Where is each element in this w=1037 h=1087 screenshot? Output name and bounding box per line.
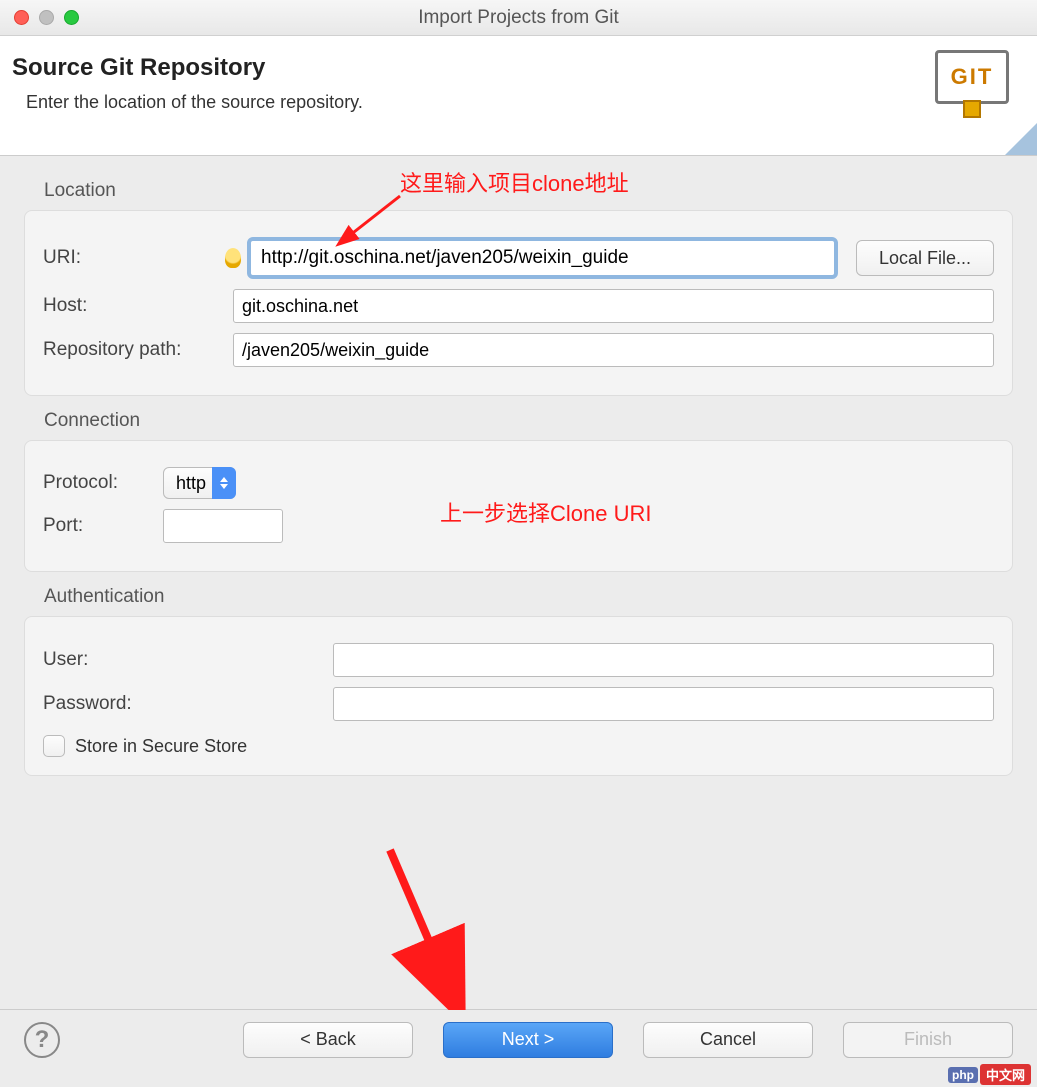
store-label: Store in Secure Store: [75, 736, 247, 757]
git-logo-icon: GIT: [927, 50, 1017, 140]
next-button[interactable]: Next >: [443, 1022, 613, 1058]
user-input[interactable]: [333, 643, 994, 677]
repo-row: Repository path:: [43, 333, 994, 367]
help-icon[interactable]: ?: [24, 1022, 60, 1058]
uri-input-wrapper[interactable]: [247, 237, 838, 279]
protocol-label: Protocol:: [43, 472, 153, 494]
password-input[interactable]: [333, 687, 994, 721]
connection-group: Protocol: http Port:: [24, 440, 1013, 572]
local-file-button[interactable]: Local File...: [856, 240, 994, 276]
location-group: URI: Local File... Host: Repository path…: [24, 210, 1013, 396]
wizard-content: Location URI: Local File... Host: Reposi…: [0, 156, 1037, 796]
protocol-row: Protocol: http: [43, 467, 994, 499]
protocol-select-wrap[interactable]: http: [163, 467, 236, 499]
auth-group-label: Authentication: [44, 586, 1013, 608]
wizard-header: Source Git Repository Enter the location…: [0, 36, 1037, 156]
watermark-php: php: [948, 1067, 978, 1083]
cancel-button[interactable]: Cancel: [643, 1022, 813, 1058]
wizard-footer: ? < Back Next > Cancel Finish: [0, 1009, 1037, 1069]
host-row: Host:: [43, 289, 994, 323]
repo-path-input[interactable]: [233, 333, 994, 367]
uri-label: URI:: [43, 247, 223, 269]
page-title: Source Git Repository: [12, 54, 1017, 82]
host-label: Host:: [43, 295, 223, 317]
back-button[interactable]: < Back: [243, 1022, 413, 1058]
window-title: Import Projects from Git: [0, 7, 1037, 29]
finish-button: Finish: [843, 1022, 1013, 1058]
port-input[interactable]: [163, 509, 283, 543]
connection-group-label: Connection: [44, 410, 1013, 432]
maximize-icon[interactable]: [64, 10, 79, 25]
uri-input[interactable]: [253, 243, 832, 273]
protocol-select[interactable]: http: [163, 467, 236, 499]
host-input[interactable]: [233, 289, 994, 323]
minimize-icon[interactable]: [39, 10, 54, 25]
password-label: Password:: [43, 693, 323, 715]
titlebar: Import Projects from Git: [0, 0, 1037, 36]
location-group-label: Location: [44, 180, 1013, 202]
auth-group: User: Password: Store in Secure Store: [24, 616, 1013, 776]
page-subtitle: Enter the location of the source reposit…: [26, 92, 1017, 113]
store-row: Store in Secure Store: [43, 735, 994, 757]
password-row: Password:: [43, 687, 994, 721]
user-row: User:: [43, 643, 994, 677]
port-row: Port:: [43, 509, 994, 543]
git-logo-text: GIT: [935, 50, 1009, 104]
window-controls: [14, 10, 79, 25]
lightbulb-icon: [225, 248, 241, 268]
port-label: Port:: [43, 515, 153, 537]
repo-path-label: Repository path:: [43, 339, 223, 361]
arrow-next-icon: [380, 840, 470, 1010]
user-label: User:: [43, 649, 323, 671]
close-icon[interactable]: [14, 10, 29, 25]
header-corner-decoration: [1005, 123, 1037, 155]
watermark-cn: 中文网: [980, 1064, 1031, 1085]
git-connector-icon: [963, 100, 981, 118]
store-checkbox[interactable]: [43, 735, 65, 757]
uri-row: URI: Local File...: [43, 237, 994, 279]
watermark: php 中文网: [948, 1064, 1031, 1085]
